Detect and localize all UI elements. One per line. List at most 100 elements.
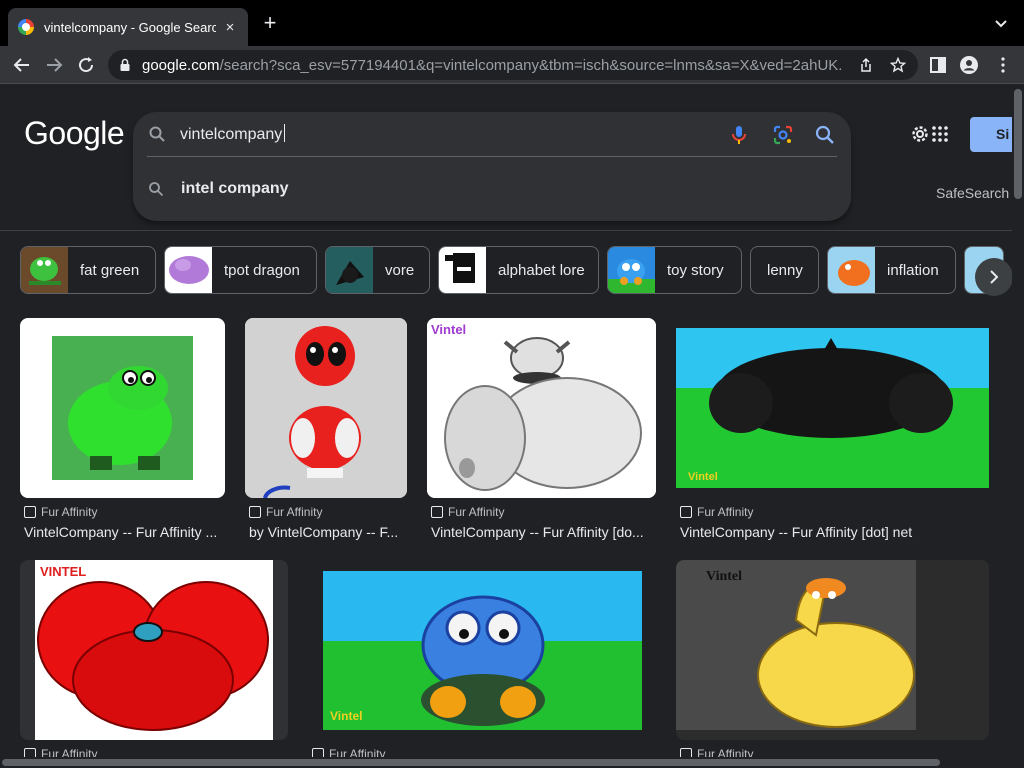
chip-label: alphabet lore — [498, 261, 585, 279]
black-character-image: Vintel — [676, 328, 989, 488]
side-panel-icon[interactable] — [929, 56, 947, 74]
address-bar[interactable]: google.com/search?sca_esv=577194401&q=vi… — [108, 50, 918, 80]
forward-arrow-icon[interactable] — [42, 53, 66, 77]
chip-thumbnail — [828, 247, 875, 293]
kebab-menu-icon[interactable] — [994, 56, 1012, 74]
result-image[interactable]: Vintel — [676, 318, 989, 498]
star-icon[interactable] — [890, 57, 906, 73]
horizontal-scrollbar-thumb[interactable] — [2, 759, 940, 766]
url-text[interactable]: google.com/search?sca_esv=577194401&q=vi… — [142, 57, 842, 74]
vintel-watermark: Vintel — [688, 471, 718, 483]
tab-title: vintelcompany - Google Search — [44, 19, 216, 35]
chip-thumbnail — [21, 247, 68, 293]
result-title[interactable]: VintelCompany -- Fur Affinity [dot] net — [680, 524, 912, 540]
vintel-watermark: VINTEL — [40, 564, 86, 579]
result-source[interactable]: Fur Affinity — [431, 505, 504, 519]
chip-label: lenny — [767, 261, 803, 279]
vintel-watermark: Vintel — [431, 322, 466, 337]
image-result[interactable]: VINTEL Fur Affinity — [20, 560, 288, 757]
vintel-watermark: Vintel — [330, 709, 362, 723]
red-bean-character-image: VINTEL — [35, 560, 273, 740]
chip-alphabet-lore[interactable]: alphabet lore — [438, 246, 599, 294]
profile-avatar-icon[interactable] — [960, 56, 978, 74]
reload-icon[interactable] — [74, 53, 98, 77]
browser-tab[interactable]: vintelcompany - Google Search × — [8, 8, 248, 46]
chip-fat-green[interactable]: fat green — [20, 246, 156, 294]
blue-character-image: Vintel — [323, 571, 642, 730]
back-arrow-icon[interactable] — [10, 53, 34, 77]
image-result[interactable]: Fur Affinity VintelCompany -- Fur Affini… — [20, 318, 225, 548]
source-name: Fur Affinity — [41, 747, 98, 757]
result-source[interactable]: Fur Affinity — [680, 747, 753, 757]
vertical-scrollbar[interactable] — [1012, 85, 1024, 757]
google-favicon-icon — [18, 19, 34, 35]
url-domain: google.com — [142, 56, 220, 74]
source-favicon-icon — [24, 748, 36, 757]
result-image[interactable] — [245, 318, 407, 498]
white-character-image: Vintel — [427, 318, 656, 498]
google-logo[interactable]: Google — [24, 115, 125, 152]
tab-strip: vintelcompany - Google Search × + — [0, 0, 1024, 46]
source-favicon-icon — [249, 506, 261, 518]
related-chips: fat green tpot dragon vore alphabet lore… — [20, 246, 1012, 294]
chip-tpot-dragon[interactable]: tpot dragon — [164, 246, 317, 294]
microphone-icon[interactable] — [727, 123, 751, 147]
result-image[interactable] — [20, 318, 225, 498]
result-source[interactable]: Fur Affinity — [24, 505, 97, 519]
chip-label: vore — [385, 261, 415, 279]
chip-inflation[interactable]: inflation — [827, 246, 956, 294]
google-lens-icon[interactable] — [771, 123, 795, 147]
text-caret — [284, 124, 286, 142]
chip-toy-story[interactable]: toy story — [607, 246, 742, 294]
result-title[interactable]: by VintelCompany -- F... — [249, 524, 398, 540]
horizontal-scrollbar[interactable] — [0, 757, 1012, 768]
chip-lenny[interactable]: lenny — [750, 246, 819, 294]
search-submit-icon[interactable] — [813, 123, 837, 147]
chip-label: tpot dragon — [224, 261, 300, 279]
chip-label: inflation — [887, 261, 939, 279]
chevron-down-icon[interactable] — [992, 14, 1010, 32]
result-source[interactable]: Fur Affinity — [249, 505, 322, 519]
result-image[interactable]: VINTEL — [20, 560, 288, 740]
source-favicon-icon — [680, 748, 692, 757]
vertical-scrollbar-thumb[interactable] — [1014, 89, 1022, 199]
search-icon — [149, 182, 164, 197]
header-divider — [0, 230, 1012, 231]
image-result[interactable]: Vintel Fur Affinity VintelCompany -- Fur… — [427, 318, 656, 548]
red-character-image — [245, 318, 407, 498]
result-image[interactable]: Vintel — [427, 318, 656, 498]
page-content: Google Si SafeSearch fat green tpot drag… — [0, 85, 1012, 757]
url-path: /search?sca_esv=577194401&q=vintelcompan… — [219, 56, 842, 74]
result-source[interactable]: Fur Affinity — [312, 747, 385, 757]
sign-in-button[interactable]: Si — [970, 117, 1012, 152]
source-name: Fur Affinity — [41, 505, 98, 519]
chip-label: fat green — [80, 261, 140, 279]
gear-icon[interactable] — [909, 123, 931, 145]
image-result[interactable]: Vintel Fur Affinity — [308, 560, 656, 757]
search-icon — [149, 126, 165, 142]
tab-close-button[interactable]: × — [222, 19, 238, 36]
chip-thumbnail — [165, 247, 212, 293]
result-image[interactable]: Vintel — [676, 560, 989, 740]
chip-vore[interactable]: vore — [325, 246, 430, 294]
new-tab-button[interactable]: + — [259, 12, 281, 34]
lock-icon[interactable] — [118, 58, 132, 72]
apps-grid-icon[interactable] — [932, 126, 948, 142]
image-result[interactable]: Fur Affinity by VintelCompany -- F... — [245, 318, 407, 548]
share-icon[interactable] — [858, 57, 874, 73]
result-image[interactable]: Vintel — [308, 560, 656, 740]
source-favicon-icon — [431, 506, 443, 518]
image-result[interactable]: Vintel Fur Affinity VintelCompany -- Fur… — [676, 318, 989, 548]
safesearch-link[interactable]: SafeSearch — [936, 185, 1009, 201]
chips-next-button[interactable] — [975, 258, 1012, 296]
chevron-right-icon — [990, 270, 999, 284]
source-name: Fur Affinity — [697, 505, 754, 519]
result-source[interactable]: Fur Affinity — [680, 505, 753, 519]
search-suggestion[interactable]: intel company — [133, 172, 851, 206]
result-title[interactable]: VintelCompany -- Fur Affinity ... — [24, 524, 217, 540]
search-input[interactable]: vintelcompany — [180, 124, 286, 144]
result-title[interactable]: VintelCompany -- Fur Affinity [do... — [431, 524, 644, 540]
result-source[interactable]: Fur Affinity — [24, 747, 97, 757]
browser-toolbar: google.com/search?sca_esv=577194401&q=vi… — [0, 46, 1024, 84]
image-result[interactable]: Vintel Fur Affinity — [676, 560, 989, 757]
